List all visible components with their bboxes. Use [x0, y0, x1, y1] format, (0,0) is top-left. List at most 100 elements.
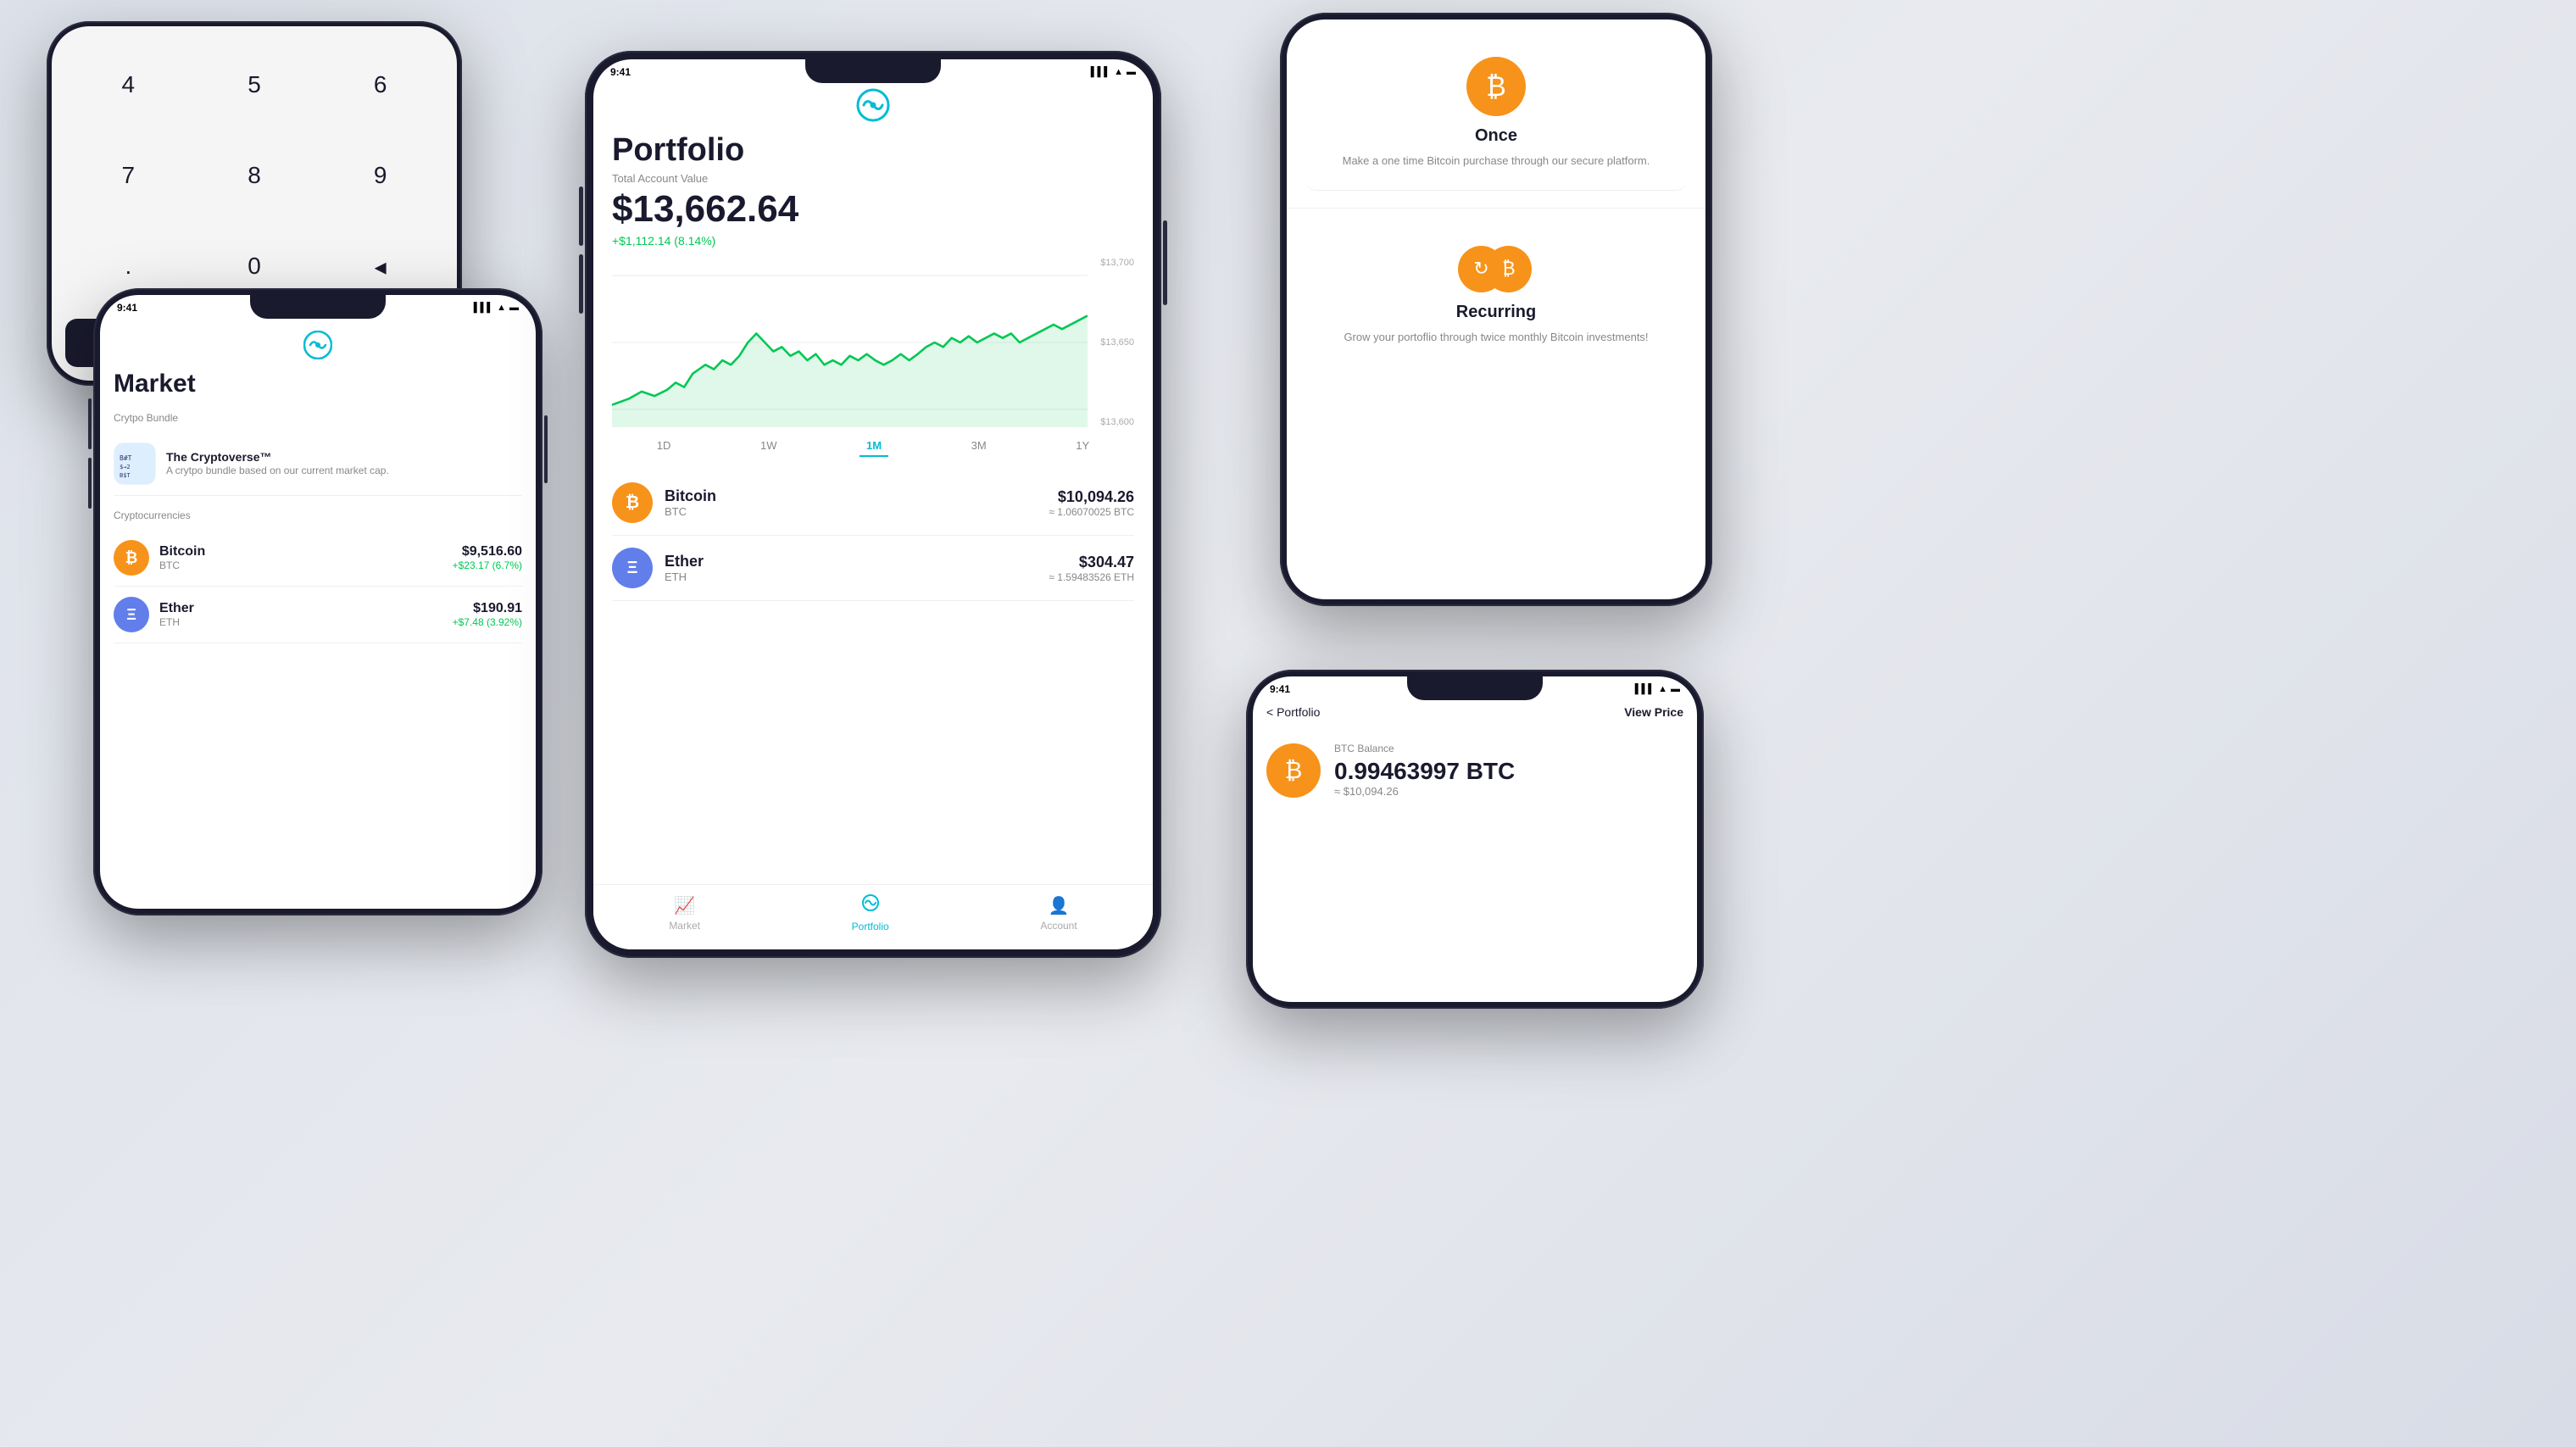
vol-up-button[interactable]	[88, 398, 92, 449]
account-tab-icon: 👤	[1049, 895, 1070, 916]
eth-info: Ether ETH	[159, 601, 442, 628]
holding-ether[interactable]: Ξ Ether ETH $304.47 ≈ 1.59483526 ETH	[612, 536, 1134, 601]
total-value: $13,662.64	[612, 188, 1134, 231]
portfolio-time: 9:41	[610, 66, 631, 78]
key-5[interactable]: 5	[192, 40, 318, 131]
portfolio-content: Portfolio Total Account Value $13,662.64…	[593, 81, 1153, 949]
market-tab-label: Market	[669, 920, 700, 932]
battery-icon: ▬	[509, 303, 519, 313]
svg-text:B#T: B#T	[120, 454, 132, 462]
btc-name: Bitcoin	[159, 544, 442, 559]
eth-icon: Ξ	[114, 597, 149, 632]
btc-usd-value: ≈ $10,094.26	[1334, 785, 1515, 798]
tab-account[interactable]: 👤 Account	[1040, 895, 1077, 932]
eth-price-val: $190.91	[453, 601, 522, 616]
btc-info: Bitcoin BTC	[159, 544, 442, 571]
period-1d[interactable]: 1D	[650, 436, 678, 457]
holding-eth-icon: Ξ	[612, 548, 653, 588]
portfolio-tab-icon	[861, 893, 880, 917]
phone-options: ₿ Once Make a one time Bitcoin purchase …	[1280, 13, 1712, 606]
total-label: Total Account Value	[612, 172, 1134, 185]
bundle-item[interactable]: B#T $→2 B$T The Cryptoverse™ A crytpo bu…	[114, 432, 522, 496]
eth-ticker: ETH	[159, 616, 442, 628]
scene: 4 5 6 7 8 9 . 0 ◂ Review Order 9:41	[0, 0, 2576, 1447]
eth-change: +$7.48 (3.92%)	[453, 616, 522, 628]
p-wifi-icon: ▲	[1114, 67, 1123, 77]
view-price-label[interactable]: View Price	[1624, 705, 1683, 719]
chart-label-low: $13,600	[1100, 417, 1134, 427]
portfolio-title: Portfolio	[612, 132, 1134, 169]
period-1w[interactable]: 1W	[754, 436, 784, 457]
btc-balance-section: ₿ BTC Balance 0.99463997 BTC ≈ $10,094.2…	[1266, 729, 1683, 811]
recurring-desc: Grow your portoflio through twice monthl…	[1344, 329, 1648, 346]
portfolio-vol-up[interactable]	[579, 186, 583, 246]
btc-balance-info: BTC Balance 0.99463997 BTC ≈ $10,094.26	[1334, 743, 1515, 798]
once-desc: Make a one time Bitcoin purchase through…	[1343, 153, 1650, 170]
btc-time: 9:41	[1270, 683, 1290, 695]
account-tab-label: Account	[1040, 920, 1077, 932]
phone-options-screen: ₿ Once Make a one time Bitcoin purchase …	[1287, 19, 1705, 599]
chart-label-mid: $13,650	[1100, 337, 1134, 348]
key-9[interactable]: 9	[317, 131, 443, 221]
portfolio-power[interactable]	[1163, 220, 1167, 305]
recurring-title: Recurring	[1456, 303, 1536, 322]
recurring-card[interactable]: ↻ ₿ Recurring Grow your portoflio throug…	[1304, 225, 1689, 366]
holding-btc-name: Bitcoin	[665, 487, 1037, 505]
key-6[interactable]: 6	[317, 40, 443, 131]
options-divider	[1287, 208, 1705, 209]
btc-nav: < Portfolio View Price	[1266, 698, 1683, 729]
once-icon-wrap: ₿	[1466, 57, 1526, 116]
phone-market-screen: 9:41 ▌▌▌ ▲ ▬ Market Crytpo Bundle	[100, 295, 536, 909]
bundle-name: The Cryptoverse™	[166, 450, 389, 464]
back-button[interactable]: < Portfolio	[1266, 705, 1320, 719]
key-4[interactable]: 4	[65, 40, 192, 131]
eth-name: Ether	[159, 601, 442, 616]
period-1y[interactable]: 1Y	[1069, 436, 1096, 457]
tab-market[interactable]: 📈 Market	[669, 895, 700, 932]
svg-text:$→2: $→2	[120, 464, 131, 470]
market-ether-item[interactable]: Ξ Ether ETH $190.91 +$7.48 (3.92%)	[114, 587, 522, 643]
key-7[interactable]: 7	[65, 131, 192, 221]
phone-btc-balance: 9:41 ▌▌▌ ▲ ▬ < Portfolio View Price ₿ BT…	[1246, 670, 1704, 1009]
chart-svg	[612, 258, 1088, 427]
holding-eth-val: $304.47	[1049, 554, 1134, 571]
btc-notch	[1407, 676, 1543, 700]
btc-large-icon: ₿	[1266, 743, 1321, 798]
market-notch	[250, 295, 386, 319]
market-title: Market	[114, 370, 522, 398]
market-tab-icon: 📈	[674, 895, 695, 916]
bundle-image: B#T $→2 B$T	[114, 442, 156, 485]
vol-down-button[interactable]	[88, 458, 92, 509]
signal-icon: ▌▌▌	[474, 303, 493, 313]
phone-portfolio: 9:41 ▌▌▌ ▲ ▬ Portfolio Total Account Val…	[585, 51, 1161, 958]
btc-change: +$23.17 (6.7%)	[453, 559, 522, 571]
total-change: +$1,112.14 (8.14%)	[612, 234, 1134, 248]
once-btc-icon: ₿	[1486, 71, 1506, 103]
once-title: Once	[1475, 126, 1517, 146]
bundle-label: Crytpo Bundle	[114, 412, 522, 424]
numpad-grid: 4 5 6 7 8 9 . 0 ◂	[65, 40, 443, 312]
bundle-desc: A crytpo bundle based on our current mar…	[166, 464, 389, 478]
btc-battery-icon: ▬	[1671, 684, 1680, 694]
key-8[interactable]: 8	[192, 131, 318, 221]
portfolio-notch	[805, 59, 941, 83]
portfolio-status-icons: ▌▌▌ ▲ ▬	[1091, 67, 1136, 77]
market-bitcoin-item[interactable]: ₿ Bitcoin BTC $9,516.60 +$23.17 (6.7%)	[114, 530, 522, 587]
bundle-info: The Cryptoverse™ A crytpo bundle based o…	[166, 450, 389, 478]
btc-content: < Portfolio View Price ₿ BTC Balance 0.9…	[1253, 698, 1697, 1002]
once-card[interactable]: ₿ Once Make a one time Bitcoin purchase …	[1304, 36, 1689, 191]
tab-bar: 📈 Market Portfolio 👤	[593, 884, 1153, 949]
period-1m[interactable]: 1M	[860, 436, 888, 457]
holding-eth-ticker: ETH	[665, 570, 1037, 583]
holding-btc-ticker: BTC	[665, 505, 1037, 518]
btc-icon: ₿	[114, 540, 149, 576]
period-3m[interactable]: 3M	[965, 436, 993, 457]
holding-btc-val: $10,094.26	[1049, 488, 1134, 506]
p-signal-icon: ▌▌▌	[1091, 67, 1110, 77]
holding-btc-price: $10,094.26 ≈ 1.06070025 BTC	[1049, 488, 1134, 518]
power-button[interactable]	[544, 415, 548, 483]
portfolio-vol-down[interactable]	[579, 254, 583, 314]
holding-bitcoin[interactable]: ₿ Bitcoin BTC $10,094.26 ≈ 1.06070025 BT…	[612, 470, 1134, 536]
tab-portfolio[interactable]: Portfolio	[852, 893, 889, 932]
phone-btc-screen: 9:41 ▌▌▌ ▲ ▬ < Portfolio View Price ₿ BT…	[1253, 676, 1697, 1002]
